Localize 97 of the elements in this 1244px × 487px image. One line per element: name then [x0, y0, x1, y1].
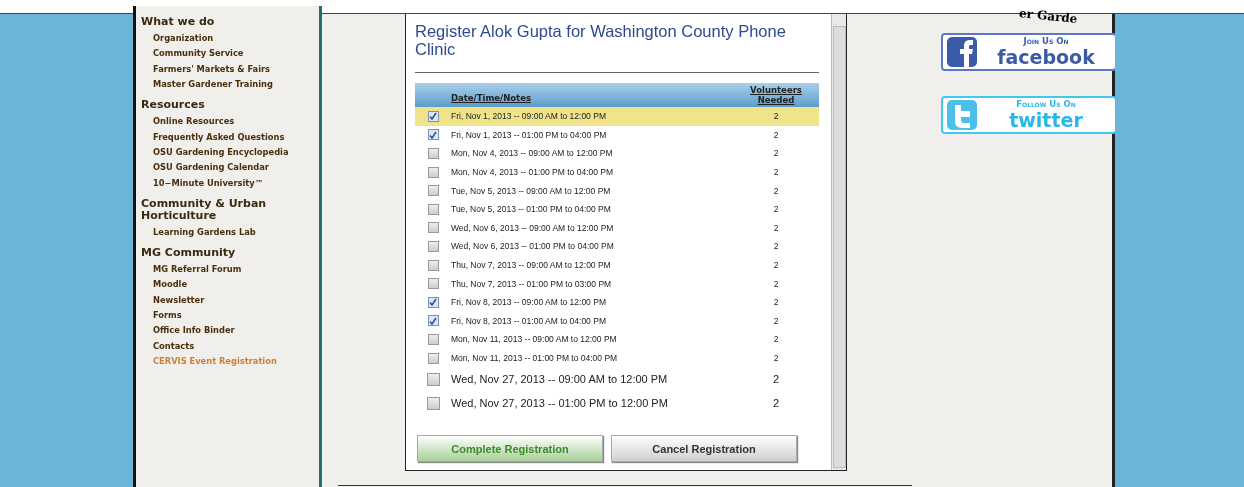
volunteers-count: 2 — [773, 222, 779, 233]
nav-link[interactable]: Frequently Asked Questions — [153, 132, 319, 142]
volunteers-count: 2 — [773, 278, 779, 289]
slot-row[interactable]: Thu, Nov 7, 2013 -- 01:00 PM to 03:00 PM 2 — [415, 274, 819, 293]
column-header[interactable]: Volunteers Needed — [733, 85, 819, 105]
checkbox[interactable] — [426, 396, 440, 410]
checkbox[interactable] — [427, 333, 439, 345]
slot-text: Mon, Nov 11, 2013 -- 09:00 AM to 12:00 PM — [451, 334, 617, 345]
checkbox[interactable] — [427, 259, 439, 271]
slot-text: Tue, Nov 5, 2013 -- 01:00 PM to 04:00 PM — [451, 204, 611, 215]
checkbox[interactable] — [427, 352, 439, 364]
social-badge[interactable]: Join Us On facebook — [940, 33, 1117, 71]
nav-link[interactable]: Moodle — [153, 280, 319, 290]
slot-text: Mon, Nov 4, 2013 -- 09:00 AM to 12:00 PM — [451, 148, 613, 159]
nav-link[interactable]: Master Gardener Training — [153, 80, 319, 90]
slot-row[interactable]: Wed, Nov 6, 2013 -- 09:00 AM to 12:00 PM 2 — [415, 218, 819, 238]
slot-text: Mon, Nov 4, 2013 -- 01:00 PM to 04:00 PM — [451, 167, 614, 178]
nav-link[interactable]: Online Resources — [153, 117, 319, 127]
slot-text: Wed, Nov 27, 2013 -- 01:00 PM to 12:00 PM — [451, 397, 668, 410]
nav-link[interactable]: Forms — [153, 310, 319, 320]
badge-name: twitter — [1009, 109, 1083, 131]
checkbox[interactable] — [427, 166, 439, 178]
slot-text: Fri, Nov 1, 2013 -- 09:00 AM to 12:00 PM — [451, 111, 606, 122]
slot-text: Mon, Nov 11, 2013 -- 01:00 PM to 04:00 PM — [451, 353, 618, 363]
volunteers-count: 2 — [773, 167, 779, 178]
volunteers-count: 2 — [773, 297, 779, 308]
nav-link[interactable]: Organization — [153, 34, 319, 43]
nav-link[interactable]: Learning Gardens Lab — [153, 227, 319, 237]
checkbox[interactable] — [427, 296, 439, 308]
nav-link[interactable]: Farmers' Markets & Fairs — [153, 64, 319, 74]
slot-row[interactable]: Mon, Nov 11, 2013 -- 09:00 AM to 12:00 PM 2 — [415, 330, 819, 349]
nav-link[interactable]: MG Referral Forum — [153, 264, 319, 274]
slot-text: Tue, Nov 5, 2013 -- 09:00 AM to 12:00 PM — [451, 185, 611, 196]
cancel-button[interactable]: Cancel Registration — [611, 435, 797, 463]
nav-link[interactable]: OSU Gardening Encyclopedia — [153, 147, 319, 157]
checkbox[interactable] — [427, 203, 439, 215]
volunteers-count: 2 — [773, 334, 779, 345]
slot-text: Wed, Nov 27, 2013 -- 09:00 AM to 12:00 PM — [451, 373, 668, 386]
section-heading: Community & Urban Horticulture — [141, 197, 268, 222]
slot-text: Thu, Nov 7, 2013 -- 01:00 PM to 03:00 PM — [451, 278, 612, 289]
section-heading: What we do — [141, 16, 216, 28]
volunteers-count: 2 — [773, 204, 779, 215]
slot-text: Wed, Nov 6, 2013 -- 01:00 PM to 04:00 PM — [451, 241, 614, 252]
checkbox[interactable] — [427, 129, 439, 141]
checkbox[interactable] — [427, 148, 439, 159]
dialog-title: Register Alok Gupta for Washington County Phone Clinic — [415, 22, 787, 58]
logo-text: er Garde — [1018, 6, 1079, 26]
slot-row[interactable]: Wed, Nov 27, 2013 -- 01:00 PM to 12:00 PM 2 — [415, 391, 819, 416]
nav-link[interactable]: Contacts — [153, 341, 319, 351]
slot-row[interactable]: Tue, Nov 5, 2013 -- 09:00 AM to 12:00 PM 2 — [415, 181, 819, 200]
checkbox[interactable] — [427, 185, 439, 197]
volunteers-count: 2 — [773, 260, 779, 271]
volunteers-count: 2 — [772, 397, 780, 410]
checkbox[interactable] — [426, 372, 440, 386]
slot-text: Wed, Nov 6, 2013 -- 09:00 AM to 12:00 PM — [451, 222, 614, 233]
slot-row[interactable]: Thu, Nov 7, 2013 -- 09:00 AM to 12:00 PM 2 — [415, 255, 819, 275]
slot-row[interactable]: Fri, Nov 8, 2013 -- 01:00 AM to 04:00 PM 2 — [415, 311, 819, 331]
slot-row[interactable]: Mon, Nov 11, 2013 -- 01:00 PM to 04:00 PM 2 — [415, 348, 819, 368]
slot-text: Thu, Nov 7, 2013 -- 09:00 AM to 12:00 PM — [451, 260, 611, 271]
slot-row[interactable]: Tue, Nov 5, 2013 -- 01:00 PM to 04:00 PM 2 — [415, 199, 819, 219]
volunteers-count: 2 — [773, 185, 779, 196]
nav-link[interactable]: Community Service — [153, 49, 319, 59]
slot-row[interactable]: Fri, Nov 1, 2013 -- 01:00 PM to 04:00 PM 2 — [415, 125, 819, 145]
slot-text: Fri, Nov 8, 2013 -- 01:00 AM to 04:00 PM — [451, 315, 606, 326]
twitter-t-icon — [946, 100, 977, 130]
column-header[interactable]: Date/Time/Notes — [451, 92, 531, 103]
volunteers-count: 2 — [772, 373, 780, 386]
volunteers-count: 2 — [773, 129, 779, 140]
slot-row[interactable]: Mon, Nov 4, 2013 -- 09:00 AM to 12:00 PM 2 — [415, 144, 819, 163]
checkbox[interactable] — [427, 222, 439, 234]
nav-link[interactable]: OSU Gardening Calendar — [153, 163, 319, 173]
volunteers-count: 2 — [773, 315, 779, 326]
slot-text: Fri, Nov 8, 2013 -- 09:00 AM to 12:00 PM — [451, 297, 606, 308]
volunteers-count: 2 — [773, 353, 779, 363]
slot-row[interactable]: Fri, Nov 1, 2013 -- 09:00 AM to 12:00 PM 2 — [415, 107, 819, 126]
volunteers-count: 2 — [773, 241, 779, 252]
badge-caption: Join Us On — [1023, 36, 1069, 46]
section-heading: MG Community — [141, 246, 237, 259]
nav-link[interactable]: 10−Minute University™ — [153, 178, 319, 188]
facebook-f-icon — [946, 37, 977, 67]
slot-text: Fri, Nov 1, 2013 -- 01:00 PM to 04:00 PM — [451, 129, 607, 140]
badge-caption: Follow Us On — [1016, 99, 1076, 109]
slot-row[interactable]: Wed, Nov 27, 2013 -- 09:00 AM to 12:00 PM 2 — [415, 367, 819, 392]
checkbox[interactable] — [427, 278, 439, 290]
slot-row[interactable]: Fri, Nov 8, 2013 -- 09:00 AM to 12:00 PM 2 — [415, 292, 819, 312]
scrollbar[interactable] — [831, 14, 846, 470]
checkbox[interactable] — [427, 315, 439, 327]
checkbox[interactable] — [427, 240, 439, 252]
slot-row[interactable]: Mon, Nov 4, 2013 -- 01:00 PM to 04:00 PM 2 — [415, 162, 819, 182]
checkbox[interactable] — [427, 110, 439, 122]
badge-name: facebook — [997, 46, 1095, 68]
nav-link[interactable]: Office Info Binder — [153, 326, 319, 336]
nav-link[interactable]: Newsletter — [153, 295, 319, 305]
section-heading: Resources — [141, 99, 206, 112]
volunteers-count: 2 — [773, 148, 779, 159]
volunteers-count: 2 — [773, 111, 779, 122]
slot-row[interactable]: Wed, Nov 6, 2013 -- 01:00 PM to 04:00 PM 2 — [415, 237, 819, 256]
